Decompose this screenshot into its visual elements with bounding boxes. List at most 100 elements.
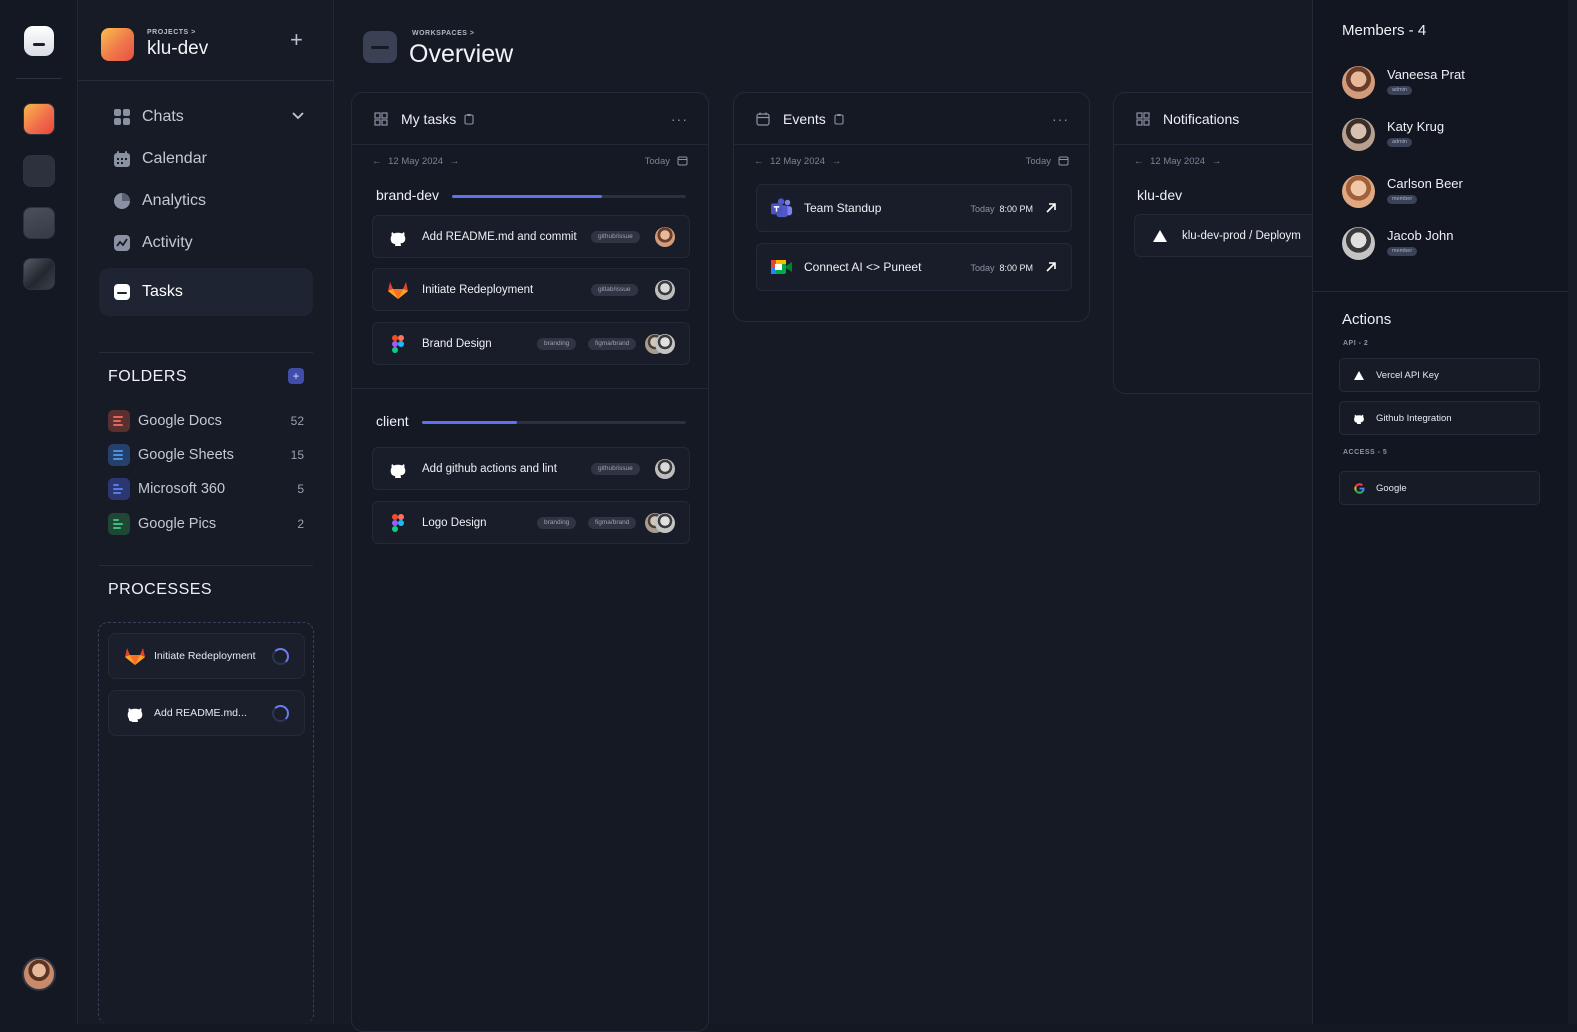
event-item[interactable]: Connect AI <> Puneet Today 8:00 PM <box>756 243 1072 291</box>
more-icon[interactable]: ··· <box>671 111 688 127</box>
tag[interactable]: figma/brand <box>588 338 637 350</box>
member-item[interactable]: Carlson Beer member <box>1342 175 1562 215</box>
event-day: Today <box>970 263 995 273</box>
teams-icon <box>771 197 793 219</box>
folder-label: Google Pics <box>138 516 217 532</box>
next-arrow-icon[interactable]: → <box>1212 156 1222 167</box>
process-item[interactable]: Add README.md... <box>108 690 305 736</box>
event-day: Today <box>970 204 995 214</box>
event-label: Connect AI <> Puneet <box>804 260 922 274</box>
tag[interactable]: gitlab/issue <box>591 284 638 296</box>
folder-google-docs[interactable]: Google Docs 52 <box>108 409 304 433</box>
task-label: Logo Design <box>422 516 487 529</box>
nav-tasks[interactable]: Tasks <box>99 268 313 316</box>
assignee-avatar[interactable] <box>655 459 675 479</box>
chevron-down-icon[interactable] <box>291 108 305 127</box>
assignee-avatar[interactable] <box>655 513 675 533</box>
project-sidebar: PROJECTS > klu-dev + Chats Calendar Anal… <box>78 0 334 1024</box>
add-project-icon[interactable]: + <box>290 29 303 51</box>
member-item[interactable]: Jacob John member <box>1342 227 1562 267</box>
open-arrow-icon[interactable] <box>1045 202 1057 217</box>
google-icon <box>1352 481 1366 495</box>
prev-arrow-icon[interactable]: ← <box>372 156 382 167</box>
grid-icon <box>1136 111 1150 126</box>
folder-google-sheets[interactable]: Google Sheets 15 <box>108 443 304 467</box>
clipboard-icon[interactable] <box>834 113 844 125</box>
date-label: 12 May 2024 <box>388 156 444 167</box>
add-folder-button[interactable]: + <box>288 368 304 384</box>
card-title: Notifications <box>1163 110 1240 127</box>
pie-chart-icon <box>113 192 131 210</box>
tag[interactable]: github/issue <box>591 231 640 243</box>
prev-arrow-icon[interactable]: ← <box>754 156 764 167</box>
folder-count: 52 <box>290 414 304 428</box>
project-logo[interactable] <box>101 28 134 61</box>
task-item[interactable]: Brand Design branding figma/brand <box>372 322 690 365</box>
action-vercel-api-key[interactable]: Vercel API Key <box>1339 358 1540 392</box>
clipboard-icon[interactable] <box>464 113 474 125</box>
task-item[interactable]: Initiate Redeployment gitlab/issue <box>372 268 690 311</box>
open-arrow-icon[interactable] <box>1045 261 1057 276</box>
event-label: Team Standup <box>804 201 882 215</box>
workspace-klu-dev[interactable] <box>23 103 55 135</box>
workspace-3[interactable] <box>23 207 55 239</box>
event-time: Today 8:00 PM <box>970 204 1033 214</box>
calendar-icon[interactable] <box>677 155 688 169</box>
role-badge: member <box>1387 247 1418 256</box>
next-arrow-icon[interactable]: → <box>832 156 842 167</box>
role-badge: admin <box>1387 138 1412 147</box>
folder-google-pics[interactable]: Google Pics 2 <box>108 512 304 536</box>
today-button[interactable]: Today <box>1026 156 1051 167</box>
task-label: Initiate Redeployment <box>422 283 534 296</box>
action-label: Vercel API Key <box>1376 369 1439 381</box>
home-icon[interactable] <box>24 26 54 56</box>
tag[interactable]: figma/brand <box>588 517 637 529</box>
nav-chats[interactable]: Chats <box>99 97 313 137</box>
date-bar: ← 12 May 2024 → Today <box>372 156 688 170</box>
projects-breadcrumb[interactable]: PROJECTS > <box>147 29 196 36</box>
group-klu-dev: klu-dev <box>1137 187 1183 203</box>
gitlab-icon <box>387 279 409 301</box>
user-avatar[interactable] <box>22 957 56 991</box>
member-item[interactable]: Vaneesa Prat admin <box>1342 66 1562 106</box>
workspace-icon <box>363 31 397 63</box>
next-arrow-icon[interactable]: → <box>450 156 460 167</box>
assignee-avatar[interactable] <box>655 334 675 354</box>
notification-item[interactable]: klu-dev-prod / Deploym <box>1134 214 1325 257</box>
prev-arrow-icon[interactable]: ← <box>1134 156 1144 167</box>
event-item[interactable]: Team Standup Today 8:00 PM <box>756 184 1072 232</box>
today-button[interactable]: Today <box>645 156 670 167</box>
workspaces-breadcrumb[interactable]: WORKSPACES > <box>412 30 474 37</box>
events-card: Events ··· ← 12 May 2024 → Today Team St… <box>733 92 1090 322</box>
process-item[interactable]: Initiate Redeployment <box>108 633 305 679</box>
folder-microsoft-360[interactable]: Microsoft 360 5 <box>108 477 304 501</box>
tag[interactable]: branding <box>537 338 577 350</box>
calendar-icon[interactable] <box>1058 155 1069 169</box>
figma-icon <box>387 333 409 355</box>
nav-analytics[interactable]: Analytics <box>99 181 313 221</box>
action-google[interactable]: Google <box>1339 471 1540 505</box>
tasks-icon <box>113 283 131 301</box>
folder-count: 5 <box>297 482 304 496</box>
tag[interactable]: github/issue <box>591 463 640 475</box>
tag[interactable]: branding <box>537 517 577 529</box>
nav-activity-label: Activity <box>142 234 193 251</box>
assignee-avatar[interactable] <box>655 280 675 300</box>
workspace-2[interactable] <box>23 155 55 187</box>
more-icon[interactable]: ··· <box>1052 111 1069 127</box>
member-item[interactable]: Katy Krug admin <box>1342 118 1562 158</box>
action-github-integration[interactable]: Github Integration <box>1339 401 1540 435</box>
task-item[interactable]: Logo Design branding figma/brand <box>372 501 690 544</box>
project-name[interactable]: klu-dev <box>147 38 208 60</box>
nav-calendar[interactable]: Calendar <box>99 139 313 179</box>
event-clock: 8:00 PM <box>999 204 1033 214</box>
scrollbar[interactable] <box>1568 0 1577 1024</box>
task-item[interactable]: Add README.md and commit github/issue <box>372 215 690 258</box>
event-time: Today 8:00 PM <box>970 263 1033 273</box>
workspace-4[interactable] <box>23 258 55 290</box>
nav-activity[interactable]: Activity <box>99 223 313 263</box>
assignee-avatar[interactable] <box>655 227 675 247</box>
member-avatar <box>1342 227 1375 260</box>
divider <box>99 352 313 353</box>
task-item[interactable]: Add github actions and lint github/issue <box>372 447 690 490</box>
